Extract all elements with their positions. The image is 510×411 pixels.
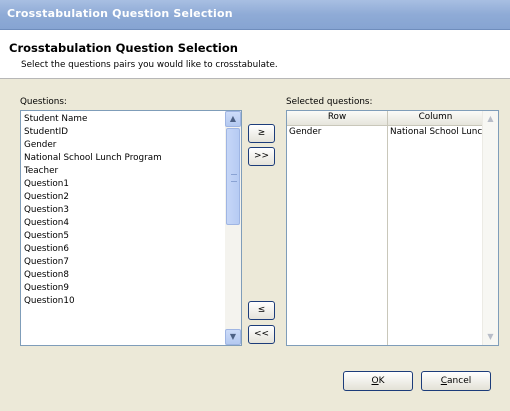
questions-scrollbar[interactable]: ▲ ▼ xyxy=(225,111,241,345)
selected-questions-label: Selected questions: xyxy=(286,97,373,107)
chevron-down-icon: ▼ xyxy=(229,332,237,341)
question-item[interactable]: Student Name xyxy=(22,113,162,126)
grip-icon xyxy=(231,174,237,182)
add-selected-button[interactable]: ≥ xyxy=(248,124,275,143)
question-item[interactable]: Question7 xyxy=(22,256,162,269)
question-item[interactable]: National School Lunch Program xyxy=(22,152,162,165)
ok-accelerator: O xyxy=(371,376,379,386)
chevron-down-icon[interactable]: ▼ xyxy=(483,329,498,344)
column-header-row[interactable]: Row xyxy=(287,112,387,122)
questions-label: Questions: xyxy=(20,97,67,107)
dialog-header: Crosstabulation Question Selection Selec… xyxy=(0,30,510,79)
question-item[interactable]: Question3 xyxy=(22,204,162,217)
ok-label: K xyxy=(378,376,385,386)
question-item[interactable]: Question10 xyxy=(22,295,162,308)
question-item[interactable]: Question8 xyxy=(22,269,162,282)
header-subtitle: Select the questions pairs you would lik… xyxy=(21,60,278,70)
question-item[interactable]: Question9 xyxy=(22,282,162,295)
remove-selected-button[interactable]: ≤ xyxy=(248,301,275,320)
ok-button[interactable]: OK xyxy=(343,371,413,391)
question-item[interactable]: Gender xyxy=(22,139,162,152)
questions-items: Student Name StudentID Gender National Scho… xyxy=(22,113,162,308)
grid-header: Row Column xyxy=(287,111,484,126)
header-title: Crosstabulation Question Selection xyxy=(9,41,238,55)
scroll-down-button[interactable]: ▼ xyxy=(225,329,241,345)
grid-scrollbar[interactable]: ▲ ▼ xyxy=(482,111,498,345)
selected-questions-grid[interactable]: Row Column Gender National School Lunch … xyxy=(286,110,499,346)
add-all-button[interactable]: >> xyxy=(248,147,275,166)
window-title: Crosstabulation Question Selection xyxy=(7,7,233,20)
question-item[interactable]: Question4 xyxy=(22,217,162,230)
question-item[interactable]: Question5 xyxy=(22,230,162,243)
title-bar[interactable]: Crosstabulation Question Selection xyxy=(0,0,510,30)
column-divider xyxy=(387,111,388,345)
chevron-up-icon[interactable]: ▲ xyxy=(483,111,498,126)
remove-all-button[interactable]: << xyxy=(248,325,275,344)
column-header-column[interactable]: Column xyxy=(387,112,484,122)
grid-cell-column[interactable]: National School Lunch xyxy=(390,127,488,137)
chevron-up-icon: ▲ xyxy=(229,114,237,123)
question-item[interactable]: Question1 xyxy=(22,178,162,191)
question-item[interactable]: Question6 xyxy=(22,243,162,256)
question-item[interactable]: Teacher xyxy=(22,165,162,178)
question-item[interactable]: StudentID xyxy=(22,126,162,139)
questions-list[interactable]: Student Name StudentID Gender National Scho… xyxy=(20,110,242,346)
question-item[interactable]: Question2 xyxy=(22,191,162,204)
scroll-thumb[interactable] xyxy=(226,128,240,225)
scroll-up-button[interactable]: ▲ xyxy=(225,111,241,127)
cancel-button[interactable]: Cancel xyxy=(421,371,491,391)
cancel-label: ancel xyxy=(447,376,472,386)
grid-cell-row[interactable]: Gender xyxy=(289,127,321,137)
